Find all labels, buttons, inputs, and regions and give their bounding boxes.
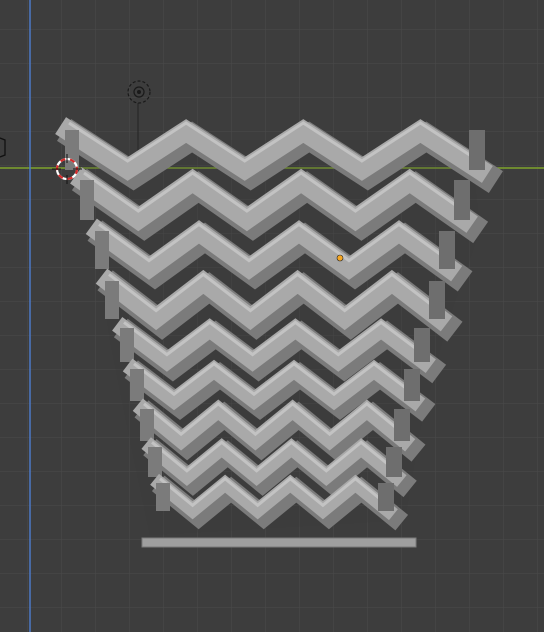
wall-edge-right xyxy=(404,369,420,401)
wall-edge-left xyxy=(156,483,170,511)
wall-edge-left xyxy=(120,328,134,362)
object-origin-point xyxy=(336,254,344,262)
wall-edge-right xyxy=(429,281,445,319)
wall-edge-left xyxy=(130,369,144,401)
wall-edge-right xyxy=(414,328,430,362)
wall-edge-right xyxy=(454,180,470,220)
wall-edge-right xyxy=(439,231,455,269)
wall-edge-left xyxy=(95,231,109,269)
wall-edge-right xyxy=(378,483,394,511)
viewport-canvas xyxy=(0,0,544,632)
wall-edge-left xyxy=(140,409,154,441)
vase-base xyxy=(141,537,417,548)
wall-edge-left xyxy=(148,447,162,477)
wall-edge-right xyxy=(394,409,410,441)
wall-edge-right xyxy=(386,447,402,477)
3d-viewport[interactable] xyxy=(0,0,544,632)
wall-edge-right xyxy=(469,130,485,170)
wall-edge-left xyxy=(105,281,119,319)
wall-edge-left xyxy=(80,180,94,220)
